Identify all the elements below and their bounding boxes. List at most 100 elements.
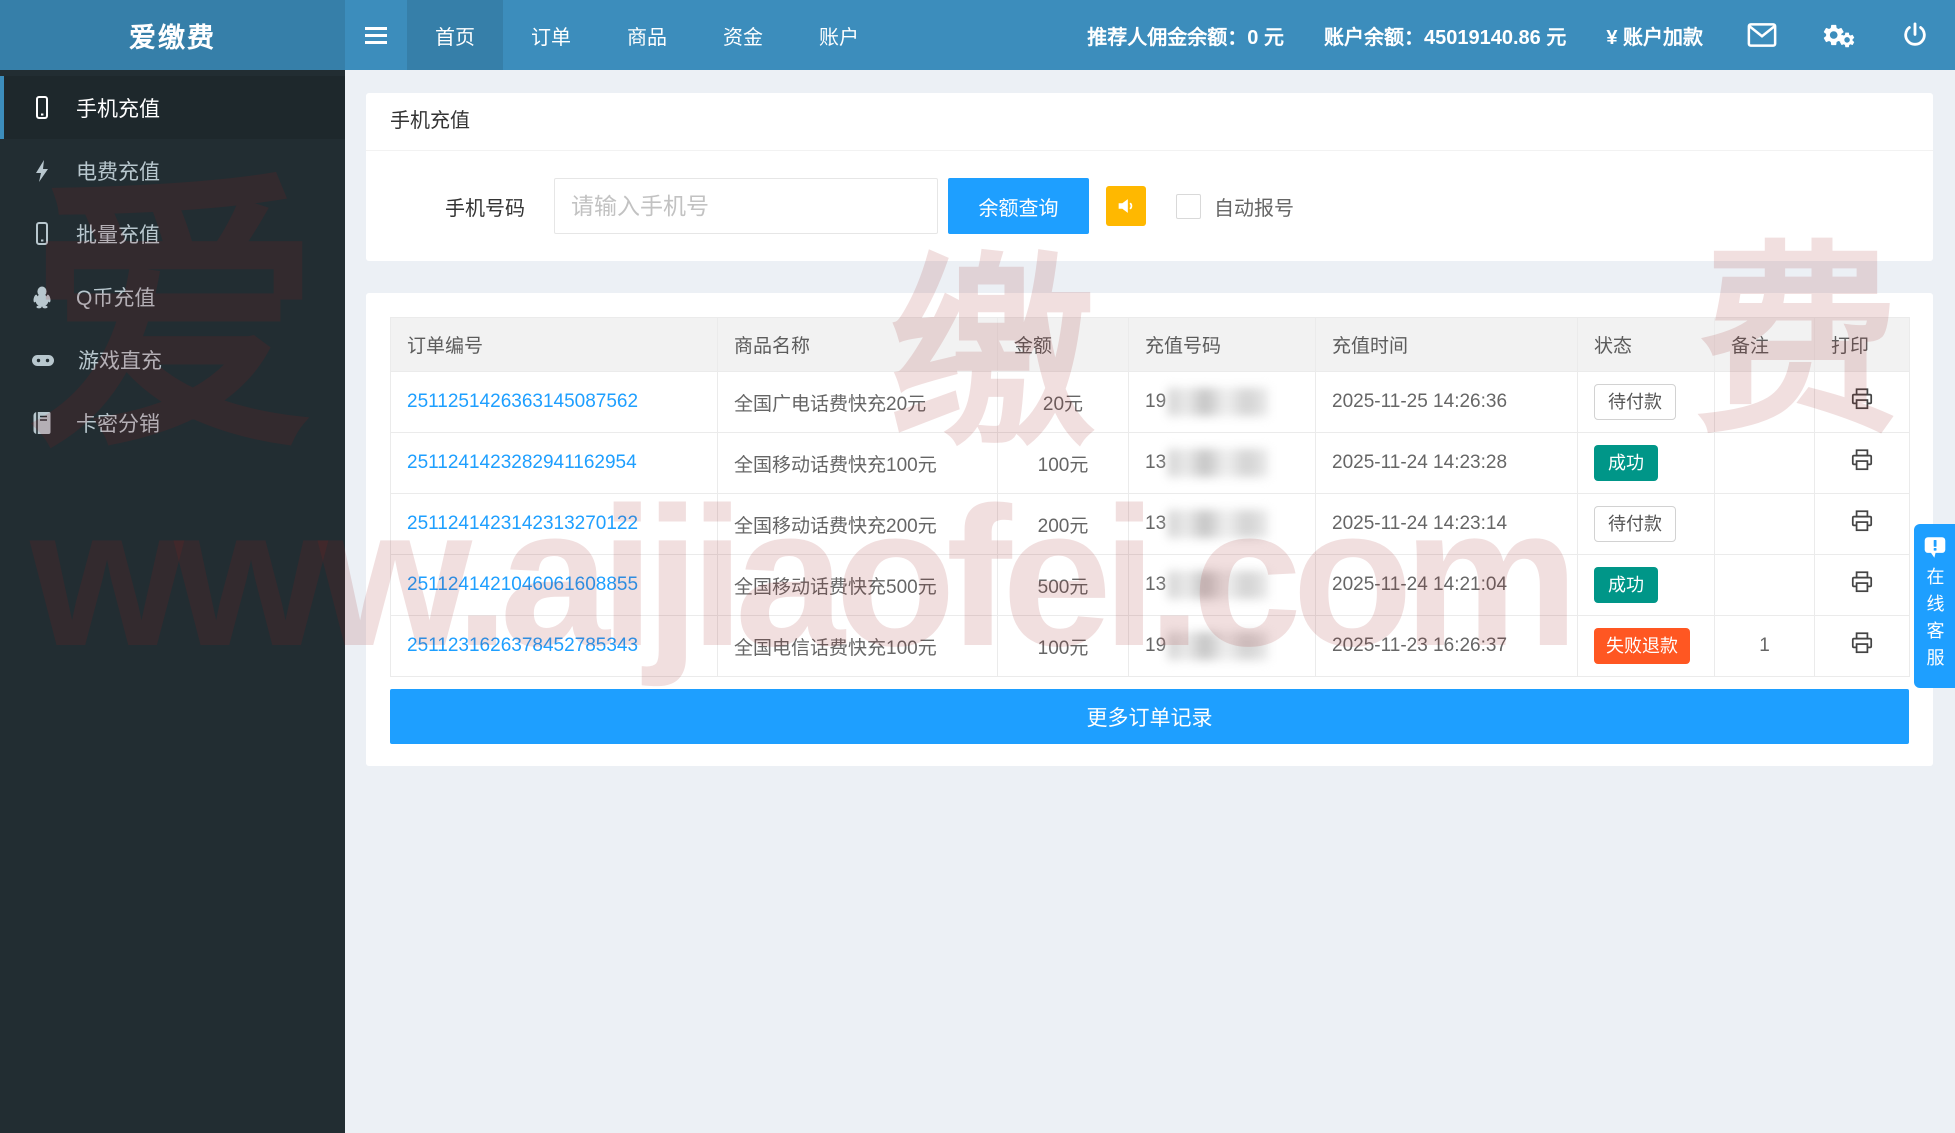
mobile-phone-icon (36, 221, 48, 245)
amount: 100元 (997, 432, 1129, 494)
print-button[interactable] (1849, 386, 1875, 412)
gears-icon (1823, 24, 1855, 48)
recharge-panel: 手机充值 手机号码 余额查询 自动报号 (366, 93, 1933, 261)
order-id-link[interactable]: 2511241421046061608855 (407, 574, 638, 595)
blurred-phone (1168, 571, 1269, 599)
recharge-time: 2025-11-24 14:23:14 (1315, 493, 1578, 555)
sidebar-item-card-distribution[interactable]: 卡密分销 (0, 391, 345, 454)
hamburger-icon (365, 26, 387, 44)
sidebar-item-electricity-recharge[interactable]: 电费充值 (0, 139, 345, 202)
order-id-link[interactable]: 2511231626378452785343 (407, 635, 638, 656)
main-menu: 首页 订单 商品 资金 账户 (407, 0, 887, 70)
nav-item-home[interactable]: 首页 (407, 0, 503, 70)
column-header-remark: 备注 (1714, 317, 1815, 372)
nav-item-orders[interactable]: 订单 (503, 0, 599, 70)
recharge-phone-masked: 19 (1145, 632, 1269, 660)
table-row: 2511231626378452785343 全国电信话费快充100元 100元… (390, 615, 1910, 677)
speaker-icon (1118, 199, 1133, 213)
sidebar-item-batch-recharge[interactable]: 批量充值 (0, 202, 345, 265)
commission-balance: 推荐人佣金余额：0 元 (1087, 21, 1284, 50)
product-name: 全国移动话费快充500元 (717, 554, 998, 616)
remark: 1 (1714, 615, 1815, 677)
column-header-print: 打印 (1814, 317, 1910, 372)
nav-item-account[interactable]: 账户 (791, 0, 887, 70)
online-service-label: 在线客服 (1924, 567, 1945, 675)
nav-item-products[interactable]: 商品 (599, 0, 695, 70)
print-button[interactable] (1849, 508, 1875, 534)
more-orders-button[interactable]: 更多订单记录 (390, 689, 1909, 744)
print-button[interactable] (1849, 447, 1875, 473)
status-badge: 失败退款 (1594, 628, 1690, 664)
column-header-product: 商品名称 (717, 317, 998, 372)
table-row: 2511241421046061608855 全国移动话费快充500元 500元… (390, 554, 1910, 616)
order-id-link[interactable]: 2511251426363145087562 (407, 391, 638, 412)
amount: 200元 (997, 493, 1129, 555)
product-name: 全国移动话费快充100元 (717, 432, 998, 494)
voice-announce-button[interactable] (1106, 186, 1146, 226)
logout-button[interactable] (1901, 21, 1929, 49)
recharge-phone-masked: 13 (1145, 571, 1269, 599)
recharge-form: 手机号码 余额查询 自动报号 (366, 151, 1933, 261)
phone-prefix: 19 (1145, 635, 1167, 656)
navbar-right: 推荐人佣金余额：0 元 账户余额：45019140.86 元 ¥ 账户加款 (1047, 0, 1955, 70)
blurred-phone (1168, 632, 1269, 660)
sidebar: 手机充值 电费充值 批量充值 Q币充值 游戏直充 卡密分销 (0, 70, 345, 1133)
print-button[interactable] (1849, 630, 1875, 656)
phone-prefix: 13 (1145, 574, 1167, 595)
lightning-bolt-icon (36, 159, 48, 182)
amount: 100元 (997, 615, 1129, 677)
printer-icon (1851, 388, 1873, 410)
book-icon (33, 411, 51, 434)
orders-table: 订单编号 商品名称 金额 充值号码 充值时间 状态 备注 打印 25112514… (390, 317, 1910, 677)
settings-button[interactable] (1821, 20, 1857, 50)
phone-number-label: 手机号码 (445, 197, 525, 220)
recharge-time: 2025-11-24 14:23:28 (1315, 432, 1578, 494)
messages-button[interactable] (1747, 22, 1777, 48)
product-name: 全国移动话费快充200元 (717, 493, 998, 555)
print-button[interactable] (1849, 569, 1875, 595)
online-service-tab[interactable]: 在线客服 (1914, 524, 1955, 688)
envelope-icon (1747, 23, 1777, 47)
sidebar-item-game-recharge[interactable]: 游戏直充 (0, 328, 345, 391)
panel-title: 手机充值 (366, 93, 1933, 151)
recharge-time: 2025-11-23 16:26:37 (1315, 615, 1578, 677)
sidebar-item-label: 批量充值 (76, 223, 160, 247)
orders-panel: 订单编号 商品名称 金额 充值号码 充值时间 状态 备注 打印 25112514… (366, 293, 1933, 766)
blurred-phone (1168, 449, 1269, 477)
sidebar-item-mobile-recharge[interactable]: 手机充值 (0, 76, 345, 139)
phone-prefix: 13 (1145, 513, 1167, 534)
sidebar-item-label: 游戏直充 (78, 349, 162, 373)
blurred-phone (1168, 510, 1269, 538)
account-topup-link[interactable]: ¥ 账户加款 (1606, 21, 1703, 50)
column-header-phone: 充值号码 (1128, 317, 1316, 372)
sidebar-item-qcoin-recharge[interactable]: Q币充值 (0, 265, 345, 328)
gamepad-icon (32, 354, 54, 366)
printer-icon (1851, 449, 1873, 471)
mobile-phone-icon (36, 95, 48, 119)
phone-number-input[interactable] (554, 178, 938, 234)
balance-query-button[interactable]: 余额查询 (948, 178, 1089, 234)
order-id-link[interactable]: 2511241423142313270122 (407, 513, 638, 534)
chat-bubble-icon (1924, 537, 1945, 558)
status-badge[interactable]: 待付款 (1594, 384, 1676, 420)
sidebar-toggle-button[interactable] (345, 0, 407, 70)
nav-item-funds[interactable]: 资金 (695, 0, 791, 70)
blurred-phone (1168, 388, 1269, 416)
column-header-amount: 金额 (997, 317, 1129, 372)
recharge-phone-masked: 19 (1145, 388, 1269, 416)
status-badge[interactable]: 待付款 (1594, 506, 1676, 542)
sidebar-item-label: Q币充值 (76, 286, 156, 310)
sidebar-item-label: 手机充值 (76, 97, 160, 121)
column-header-order-id: 订单编号 (390, 317, 718, 372)
table-row: 2511241423282941162954 全国移动话费快充100元 100元… (390, 432, 1910, 494)
auto-announce-label: 自动报号 (1214, 197, 1294, 220)
printer-icon (1851, 510, 1873, 532)
brand-logo[interactable]: 爱缴费 (0, 0, 345, 70)
remark (1714, 554, 1815, 616)
auto-announce-checkbox[interactable] (1176, 193, 1201, 219)
printer-icon (1851, 632, 1873, 654)
remark (1714, 432, 1815, 494)
order-id-link[interactable]: 2511241423282941162954 (407, 452, 637, 473)
printer-icon (1851, 571, 1873, 593)
qq-penguin-icon (33, 286, 51, 308)
